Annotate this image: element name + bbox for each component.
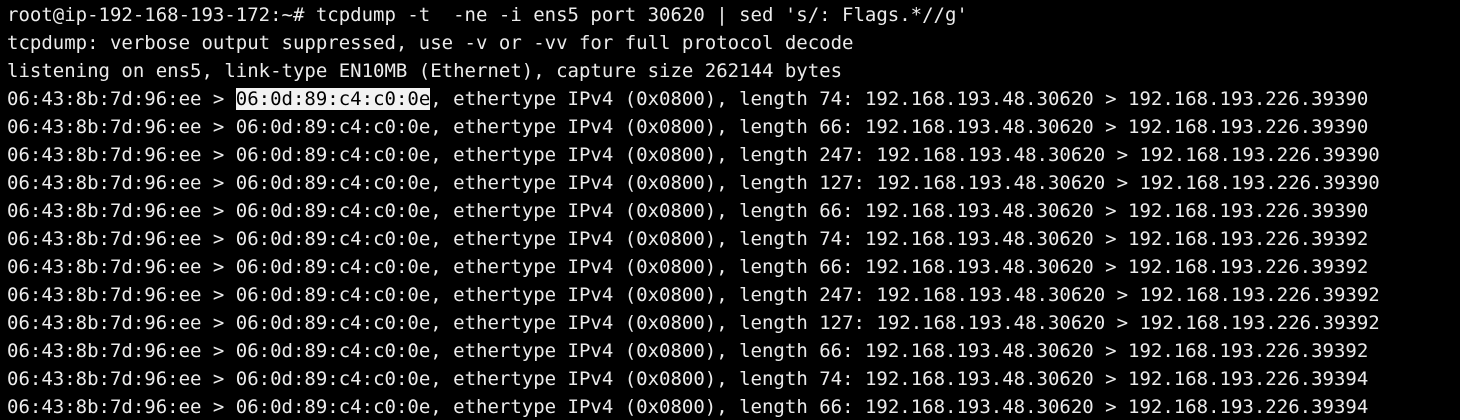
source-mac: 06:43:8b:7d:96:ee bbox=[7, 116, 202, 138]
packet-details: , ethertype IPv4 (0x0800), length 74: 19… bbox=[430, 88, 1369, 110]
dest-mac: 06:0d:89:c4:c0:0e bbox=[235, 340, 431, 362]
packet-line: 06:43:8b:7d:96:ee > 06:0d:89:c4:c0:0e, e… bbox=[7, 256, 1369, 278]
packet-line: 06:43:8b:7d:96:ee > 06:0d:89:c4:c0:0e, e… bbox=[7, 116, 1369, 138]
source-mac: 06:43:8b:7d:96:ee bbox=[7, 200, 202, 222]
dest-mac: 06:0d:89:c4:c0:0e bbox=[235, 200, 431, 222]
source-mac: 06:43:8b:7d:96:ee bbox=[7, 312, 202, 334]
packet-line: 06:43:8b:7d:96:ee > 06:0d:89:c4:c0:0e, e… bbox=[7, 368, 1369, 390]
dest-mac: 06:0d:89:c4:c0:0e bbox=[235, 256, 431, 278]
packet-details: , ethertype IPv4 (0x0800), length 66: 19… bbox=[430, 200, 1369, 222]
packet-details: , ethertype IPv4 (0x0800), length 247: 1… bbox=[430, 144, 1380, 166]
source-mac: 06:43:8b:7d:96:ee bbox=[7, 172, 202, 194]
source-mac: 06:43:8b:7d:96:ee bbox=[7, 228, 202, 250]
packet-details: , ethertype IPv4 (0x0800), length 247: 1… bbox=[430, 284, 1380, 306]
source-mac: 06:43:8b:7d:96:ee bbox=[7, 88, 202, 110]
dest-mac: 06:0d:89:c4:c0:0e bbox=[235, 284, 431, 306]
dest-mac: 06:0d:89:c4:c0:0e bbox=[235, 116, 431, 138]
packet-line: 06:43:8b:7d:96:ee > 06:0d:89:c4:c0:0e, e… bbox=[7, 284, 1380, 306]
packet-line: 06:43:8b:7d:96:ee > 06:0d:89:c4:c0:0e, e… bbox=[7, 144, 1380, 166]
packet-line: 06:43:8b:7d:96:ee > 06:0d:89:c4:c0:0e, e… bbox=[7, 88, 1369, 110]
packet-details: , ethertype IPv4 (0x0800), length 127: 1… bbox=[430, 172, 1380, 194]
dest-mac: 06:0d:89:c4:c0:0e bbox=[235, 228, 431, 250]
dest-mac: 06:0d:89:c4:c0:0e bbox=[235, 172, 431, 194]
packet-line: 06:43:8b:7d:96:ee > 06:0d:89:c4:c0:0e, e… bbox=[7, 172, 1380, 194]
source-mac: 06:43:8b:7d:96:ee bbox=[7, 144, 202, 166]
source-mac: 06:43:8b:7d:96:ee bbox=[7, 284, 202, 306]
info-line: tcpdump: verbose output suppressed, use … bbox=[7, 32, 854, 54]
source-mac: 06:43:8b:7d:96:ee bbox=[7, 340, 202, 362]
packet-list: 06:43:8b:7d:96:ee > 06:0d:89:c4:c0:0e, e… bbox=[7, 85, 1460, 420]
dest-mac: 06:0d:89:c4:c0:0e bbox=[235, 396, 431, 418]
packet-line: 06:43:8b:7d:96:ee > 06:0d:89:c4:c0:0e, e… bbox=[7, 228, 1369, 250]
command-prompt-line: root@ip-192-168-193-172:~# tcpdump -t -n… bbox=[7, 4, 968, 26]
source-mac: 06:43:8b:7d:96:ee bbox=[7, 396, 202, 418]
selected-dest-mac: 06:0d:89:c4:c0:0e bbox=[235, 88, 431, 110]
dest-mac: 06:0d:89:c4:c0:0e bbox=[235, 312, 431, 334]
dest-mac: 06:0d:89:c4:c0:0e bbox=[235, 368, 431, 390]
packet-line: 06:43:8b:7d:96:ee > 06:0d:89:c4:c0:0e, e… bbox=[7, 340, 1369, 362]
source-mac: 06:43:8b:7d:96:ee bbox=[7, 256, 202, 278]
source-mac: 06:43:8b:7d:96:ee bbox=[7, 368, 202, 390]
packet-details: , ethertype IPv4 (0x0800), length 66: 19… bbox=[430, 340, 1369, 362]
info-line: listening on ens5, link-type EN10MB (Eth… bbox=[7, 60, 843, 82]
packet-details: , ethertype IPv4 (0x0800), length 74: 19… bbox=[430, 368, 1369, 390]
packet-details: , ethertype IPv4 (0x0800), length 74: 19… bbox=[430, 228, 1369, 250]
packet-details: , ethertype IPv4 (0x0800), length 66: 19… bbox=[430, 256, 1369, 278]
dest-mac: 06:0d:89:c4:c0:0e bbox=[235, 144, 431, 166]
packet-details: , ethertype IPv4 (0x0800), length 66: 19… bbox=[430, 396, 1369, 418]
packet-line: 06:43:8b:7d:96:ee > 06:0d:89:c4:c0:0e, e… bbox=[7, 396, 1369, 418]
packet-details: , ethertype IPv4 (0x0800), length 127: 1… bbox=[430, 312, 1380, 334]
packet-details: , ethertype IPv4 (0x0800), length 66: 19… bbox=[430, 116, 1369, 138]
packet-line: 06:43:8b:7d:96:ee > 06:0d:89:c4:c0:0e, e… bbox=[7, 200, 1369, 222]
terminal-window[interactable]: root@ip-192-168-193-172:~# tcpdump -t -n… bbox=[0, 0, 1460, 420]
packet-line: 06:43:8b:7d:96:ee > 06:0d:89:c4:c0:0e, e… bbox=[7, 312, 1380, 334]
